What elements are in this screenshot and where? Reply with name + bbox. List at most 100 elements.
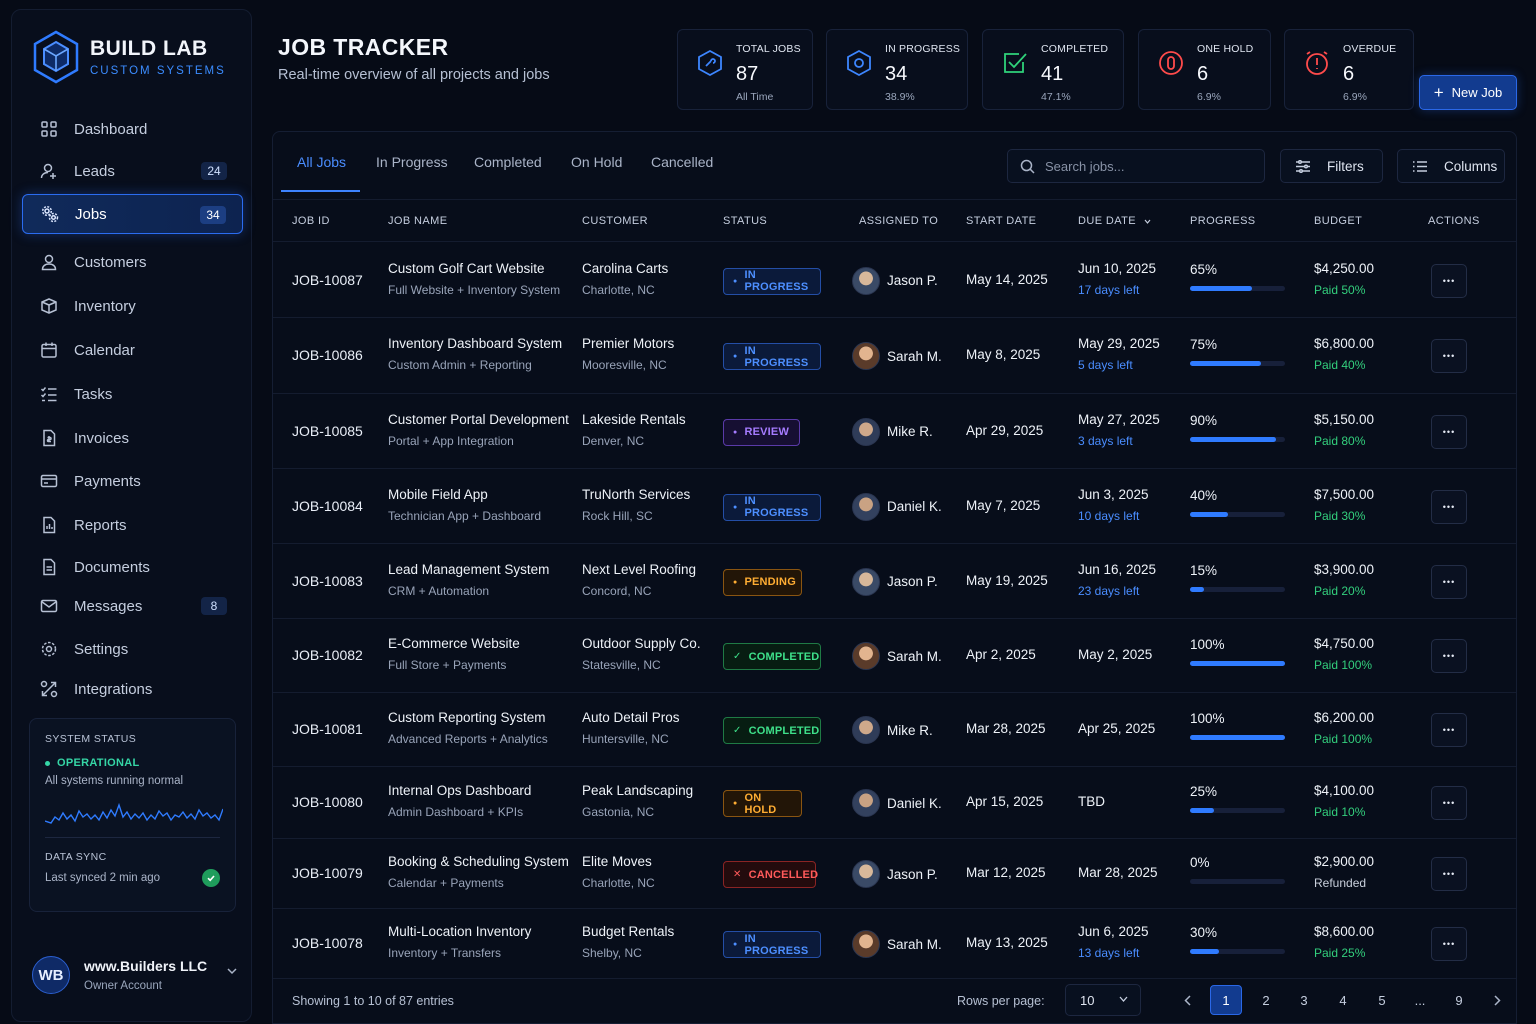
sort-down-icon — [1145, 219, 1151, 224]
page-button-4[interactable]: 4 — [1327, 985, 1359, 1015]
table-row[interactable]: JOB-10083 Lead Management System CRM + Aut… — [273, 544, 1516, 619]
assignee[interactable]: Daniel K. — [852, 492, 942, 521]
page-button-1[interactable]: 1 — [1210, 985, 1242, 1015]
tab-cancelled[interactable]: Cancelled — [651, 132, 713, 192]
table-row[interactable]: JOB-10084 Mobile Field App Technician App … — [273, 469, 1516, 544]
search-input[interactable] — [1045, 158, 1245, 174]
stat-card-in-progress[interactable]: IN PROGRESS 34 38.9% — [826, 29, 968, 110]
assignee[interactable]: Sarah M. — [852, 642, 942, 670]
sidebar-item-tasks[interactable]: Tasks — [22, 374, 243, 414]
brand[interactable]: BUILD LAB CUSTOM SYSTEMS — [32, 30, 226, 84]
due-date-cell: Mar 28, 2025 — [1078, 865, 1158, 880]
assignee[interactable]: Mike R. — [852, 417, 933, 446]
sidebar-item-payments[interactable]: Payments — [22, 461, 243, 501]
table-row[interactable]: JOB-10082 E-Commerce Website Full Store + … — [273, 619, 1516, 693]
search-box[interactable] — [1007, 149, 1265, 183]
assignee[interactable]: Jason P. — [852, 860, 938, 888]
avatar — [852, 266, 880, 295]
stat-card-overdue[interactable]: OVERDUE 6 6.9% — [1284, 29, 1414, 110]
tab-completed[interactable]: Completed — [474, 132, 542, 192]
budget-amount: $2,900.00 — [1314, 854, 1375, 869]
assignee[interactable]: Daniel K. — [852, 789, 942, 817]
stat-card-on-hold[interactable]: ONE HOLD 6 6.9% — [1138, 29, 1271, 110]
tab-in-progress[interactable]: In Progress — [376, 132, 448, 192]
row-actions-button[interactable]: ••• — [1431, 339, 1467, 373]
column-header-job-name[interactable]: JOB NAME — [388, 215, 447, 227]
table-row[interactable]: JOB-10087 Custom Golf Cart Website Full We… — [273, 243, 1516, 318]
page-button-9[interactable]: 9 — [1443, 985, 1475, 1015]
sidebar-item-integrations[interactable]: Integrations — [22, 669, 243, 709]
status-text: IN PROGRESS — [744, 932, 809, 957]
table-row[interactable]: JOB-10081 Custom Reporting System Advanced… — [273, 693, 1516, 767]
column-header-start-date[interactable]: START DATE — [966, 215, 1036, 227]
start-date: Apr 29, 2025 — [966, 422, 1044, 438]
page-button-5[interactable]: 5 — [1366, 985, 1398, 1015]
row-actions-button[interactable]: ••• — [1431, 927, 1467, 961]
column-header-due-date[interactable]: DUE DATE — [1078, 215, 1151, 227]
sidebar-item-customers[interactable]: Customers — [22, 242, 243, 282]
sidebar-item-messages[interactable]: Messages 8 — [22, 586, 243, 626]
start-date: Mar 12, 2025 — [966, 865, 1046, 880]
column-header-budget[interactable]: BUDGET — [1314, 215, 1362, 227]
row-actions-button[interactable]: ••• — [1431, 263, 1467, 298]
row-actions-button[interactable]: ••• — [1431, 564, 1467, 599]
column-header-status[interactable]: STATUS — [723, 215, 767, 227]
sidebar-item-reports[interactable]: Reports — [22, 505, 243, 545]
account-role: Owner Account — [84, 980, 162, 992]
customer-name: Budget Rentals — [582, 924, 675, 939]
table-row[interactable]: JOB-10078 Multi-Location Inventory Invento… — [273, 909, 1516, 979]
page-title: JOB TRACKER — [278, 34, 449, 60]
assignee[interactable]: Jason P. — [852, 567, 938, 596]
start-date: May 19, 2025 — [966, 572, 1048, 588]
new-job-button[interactable]: + New Job — [1419, 75, 1517, 110]
stat-label: TOTAL JOBS — [736, 43, 801, 55]
row-actions-button[interactable]: ••• — [1431, 414, 1467, 449]
column-header-assigned-to[interactable]: ASSIGNED TO — [859, 215, 938, 227]
tab-on-hold[interactable]: On Hold — [571, 132, 622, 192]
budget-amount: $3,900.00 — [1314, 561, 1375, 577]
row-actions-button[interactable]: ••• — [1431, 857, 1467, 891]
row-actions-button[interactable]: ••• — [1431, 489, 1467, 524]
table-row[interactable]: JOB-10086 Inventory Dashboard System Custo… — [273, 318, 1516, 394]
assignee[interactable]: Sarah M. — [852, 342, 942, 370]
rows-per-page-select[interactable]: 10 — [1065, 984, 1141, 1016]
user-plus-icon — [40, 163, 56, 179]
table-row[interactable]: JOB-10079 Booking & Scheduling System Cale… — [273, 839, 1516, 909]
sidebar-item-calendar[interactable]: Calendar — [22, 330, 243, 370]
job-name: Mobile Field App — [388, 486, 488, 502]
next-page-button[interactable] — [1481, 985, 1513, 1015]
page-button-3[interactable]: 3 — [1288, 985, 1320, 1015]
job-id: JOB-10082 — [292, 647, 363, 663]
sidebar-item-dashboard[interactable]: Dashboard — [22, 109, 243, 149]
row-actions-button[interactable]: ••• — [1431, 786, 1467, 820]
row-actions-button[interactable]: ••• — [1431, 639, 1467, 673]
stat-card-completed[interactable]: COMPLETED 41 47.1% — [982, 29, 1124, 110]
sidebar: BUILD LAB CUSTOM SYSTEMS Dashboard Leads… — [11, 9, 252, 1022]
report-icon — [43, 516, 56, 534]
sidebar-item-jobs[interactable]: Jobs 34 — [22, 194, 243, 234]
filters-button[interactable]: Filters — [1280, 149, 1383, 183]
more-icon: ••• — [1442, 576, 1456, 587]
sidebar-item-inventory[interactable]: Inventory — [22, 286, 243, 326]
sidebar-item-documents[interactable]: Documents — [22, 547, 243, 587]
assignee[interactable]: Jason P. — [852, 266, 938, 295]
tab-all-jobs[interactable]: All Jobs — [297, 132, 346, 192]
assignee[interactable]: Sarah M. — [852, 930, 942, 958]
columns-button[interactable]: Columns — [1397, 149, 1505, 183]
table-row[interactable]: JOB-10085 Customer Portal Development Port… — [273, 394, 1516, 469]
stat-subtext: 38.9% — [885, 91, 915, 103]
stat-card-total-jobs[interactable]: TOTAL JOBS 87 All Time — [677, 29, 813, 110]
account-switcher[interactable]: WB www.Builders LLC Owner Account — [32, 945, 237, 1005]
table-row[interactable]: JOB-10080 Internal Ops Dashboard Admin Das… — [273, 767, 1516, 839]
sidebar-item-settings[interactable]: Settings — [22, 629, 243, 669]
sidebar-item-leads[interactable]: Leads 24 — [22, 151, 243, 191]
assignee[interactable]: Mike R. — [852, 716, 933, 744]
job-name-cell: Internal Ops Dashboard Admin Dashboard + … — [388, 783, 531, 819]
column-header-job-id[interactable]: JOB ID — [292, 215, 330, 227]
sidebar-item-invoices[interactable]: Invoices — [22, 418, 243, 458]
page-button-2[interactable]: 2 — [1250, 985, 1282, 1015]
row-actions-button[interactable]: ••• — [1431, 713, 1467, 747]
column-header-customer[interactable]: CUSTOMER — [582, 215, 648, 227]
column-header-progress[interactable]: PROGRESS — [1190, 215, 1256, 227]
prev-page-button[interactable] — [1171, 985, 1203, 1015]
